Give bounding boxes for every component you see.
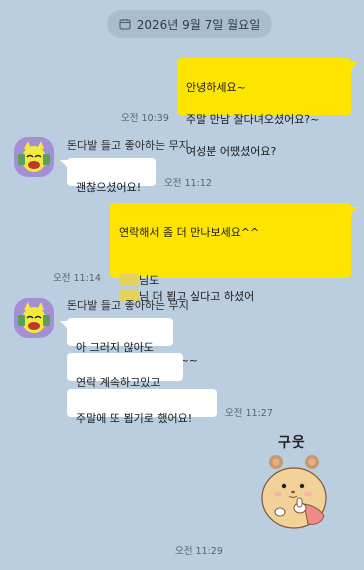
sender-name: 돈다발 들고 좋아하는 무지 — [67, 299, 189, 312]
message-time: 오전 11:27 — [225, 408, 273, 419]
avatar[interactable] — [14, 137, 54, 177]
their-message-bubble[interactable]: 아 그러지 않아도 — [67, 318, 173, 354]
calendar-icon — [119, 19, 131, 30]
my-message-bubble[interactable]: 연락해서 좀 더 만나보세요^^ 님도 님 더 뵙고 싶다고 하셨어 요~ 재미… — [110, 203, 351, 367]
message-fragment: 님도 — [139, 274, 160, 287]
message-line: 여성분 어땠셨어요? — [186, 145, 277, 158]
muzi-character-icon — [18, 302, 50, 333]
message-text: 주말에 또 뵙기로 했어요! — [76, 412, 193, 425]
date-text: 2026년 9월 7일 월요일 — [136, 17, 261, 32]
message-time: 오전 11:12 — [164, 178, 212, 189]
my-message-bubble[interactable]: 안녕하세요~ 주말 만남 잘다녀오셨어요?~ 여성분 어땠셨어요? — [177, 58, 351, 158]
message-line: 안녕하세요~ — [186, 81, 246, 94]
avatar[interactable] — [14, 298, 54, 338]
their-message-bubble[interactable]: 연락 계속하고있고 — [67, 353, 183, 389]
message-line: 연락해서 좀 더 만나보세요^^ — [119, 226, 260, 239]
date-divider: 2026년 9월 7일 월요일 — [107, 10, 272, 38]
bubble-tail — [350, 207, 358, 215]
message-time: 오전 11:14 — [53, 273, 101, 284]
message-time: 오전 11:29 — [175, 546, 223, 557]
message-text: 괜찮으셨어요! — [76, 181, 142, 194]
hamster-sticker-icon[interactable] — [256, 432, 332, 532]
message-text: 연락 계속하고있고 — [76, 376, 161, 389]
their-message-bubble[interactable]: 주말에 또 뵙기로 했어요! — [67, 389, 217, 425]
message-line: 주말 만남 잘다녀오셨어요?~ — [186, 113, 320, 126]
their-message-bubble[interactable]: 괜찮으셨어요! — [67, 158, 156, 194]
bubble-tail — [350, 62, 358, 70]
muzi-character-icon — [18, 141, 50, 172]
sender-name: 돈다발 들고 좋아하는 무지 — [67, 139, 189, 152]
redacted-name — [119, 274, 139, 286]
message-time: 오전 10:39 — [121, 113, 169, 124]
